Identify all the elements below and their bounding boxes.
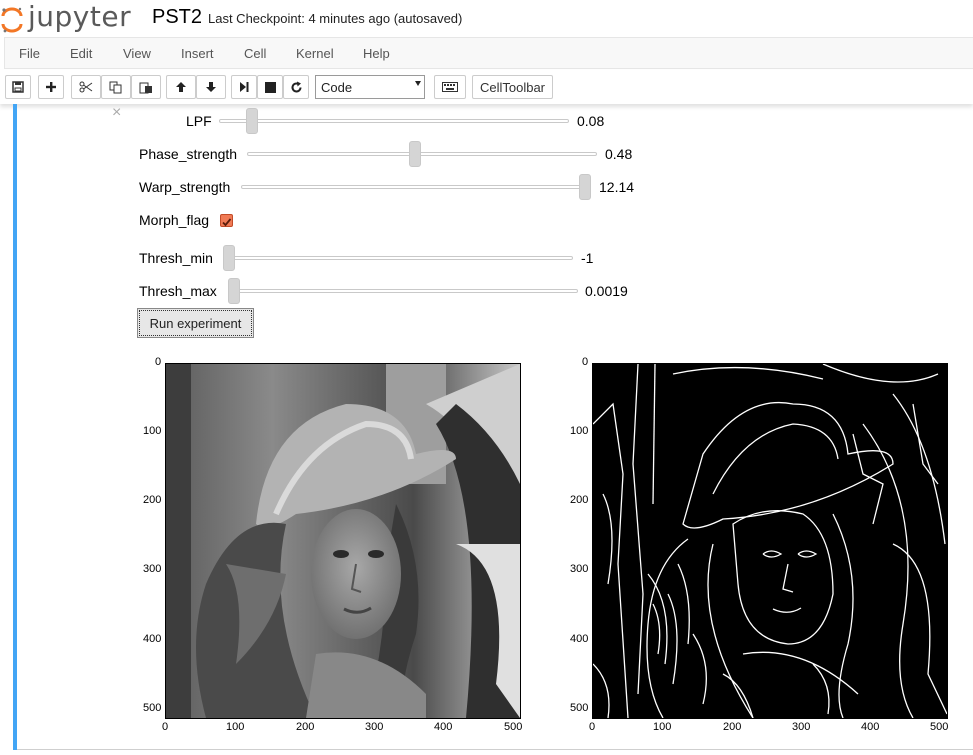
- save-icon: [12, 81, 24, 93]
- menu-view[interactable]: View: [123, 46, 151, 61]
- notebook-title[interactable]: PST2: [152, 6, 202, 29]
- thresh-max-label: Thresh_max: [139, 283, 217, 299]
- move-up-button[interactable]: [166, 75, 196, 99]
- right-y-tick: 500: [570, 702, 589, 714]
- menu-file[interactable]: File: [19, 46, 40, 61]
- cell-divider: [17, 749, 973, 750]
- move-down-button[interactable]: [196, 75, 226, 99]
- left-x-tick: 300: [365, 721, 384, 733]
- thresh-min-slider-track[interactable]: [223, 256, 573, 260]
- command-palette-button[interactable]: [434, 75, 466, 99]
- edge-image: [593, 364, 947, 718]
- thresh-min-slider-handle[interactable]: [223, 245, 235, 271]
- jupyter-logo-icon: [1, 7, 23, 33]
- original-image-plot: [165, 363, 521, 719]
- cell-selection-bar: [13, 104, 17, 750]
- left-y-tick: 200: [143, 494, 162, 506]
- left-x-tick: 500: [504, 721, 523, 733]
- paste-button[interactable]: [131, 75, 161, 99]
- copy-icon: [109, 81, 122, 93]
- warp-strength-slider-track[interactable]: [241, 185, 591, 189]
- right-y-tick: 100: [570, 425, 589, 437]
- interrupt-button[interactable]: [257, 75, 283, 99]
- phase-strength-label: Phase_strength: [139, 146, 238, 162]
- run-experiment-button[interactable]: Run experiment: [137, 308, 254, 338]
- left-x-tick: 0: [162, 721, 169, 733]
- right-x-tick: 200: [723, 721, 742, 733]
- save-button[interactable]: [5, 75, 31, 99]
- keyboard-icon: [442, 82, 458, 92]
- left-x-tick: 100: [226, 721, 245, 733]
- right-x-tick: 500: [930, 721, 949, 733]
- cell-type-select[interactable]: Code: [315, 75, 425, 99]
- notebook-header: jupyter PST2 Last Checkpoint: 4 minutes …: [0, 0, 973, 36]
- morph-flag-label: Morph_flag: [139, 212, 210, 228]
- scissors-icon: [79, 81, 93, 93]
- left-x-tick: 200: [296, 721, 315, 733]
- left-y-tick: 100: [143, 425, 162, 437]
- checkpoint-status: Last Checkpoint: 4 minutes ago (autosave…: [208, 11, 463, 26]
- logo-text: jupyter: [28, 0, 132, 33]
- thresh-max-slider-handle[interactable]: [228, 278, 240, 304]
- right-x-tick: 100: [653, 721, 672, 733]
- restart-kernel-button[interactable]: [283, 75, 309, 99]
- menu-cell[interactable]: Cell: [244, 46, 266, 61]
- lpf-value: 0.08: [577, 113, 605, 129]
- right-x-tick: 400: [861, 721, 880, 733]
- paste-icon: [139, 82, 152, 93]
- menu-insert[interactable]: Insert: [181, 46, 214, 61]
- left-x-tick: 400: [434, 721, 453, 733]
- cut-button[interactable]: [71, 75, 101, 99]
- phase-strength-slider-track[interactable]: [247, 152, 597, 156]
- left-y-tick: 400: [143, 633, 162, 645]
- copy-button[interactable]: [101, 75, 131, 99]
- menu-kernel[interactable]: Kernel: [296, 46, 334, 61]
- close-output-icon[interactable]: ×: [112, 104, 121, 122]
- jupyter-logo[interactable]: jupyter: [0, 0, 140, 36]
- lpf-label: LPF: [186, 113, 212, 129]
- celltoolbar-button[interactable]: CellToolbar: [472, 75, 553, 99]
- thresh-min-label: Thresh_min: [139, 250, 213, 266]
- right-y-tick: 0: [582, 356, 589, 368]
- lpf-slider-handle[interactable]: [246, 108, 258, 134]
- insert-cell-button[interactable]: [38, 75, 64, 99]
- run-cell-button[interactable]: [231, 75, 257, 99]
- thresh-max-value: 0.0019: [585, 283, 628, 299]
- right-y-tick: 200: [570, 494, 589, 506]
- left-y-tick: 0: [155, 356, 162, 368]
- menu-edit[interactable]: Edit: [70, 46, 92, 61]
- menu-help[interactable]: Help: [363, 46, 390, 61]
- warp-strength-value: 12.14: [599, 179, 635, 195]
- morph-flag-checkbox[interactable]: [220, 214, 233, 227]
- arrow-up-icon: [176, 82, 186, 92]
- portrait-image: [166, 364, 520, 718]
- phase-strength-value: 0.48: [605, 146, 633, 162]
- warp-strength-slider-handle[interactable]: [579, 174, 591, 200]
- arrow-down-icon: [206, 82, 216, 92]
- edge-detection-plot: [592, 363, 948, 719]
- right-y-tick: 300: [570, 563, 589, 575]
- warp-strength-label: Warp_strength: [139, 179, 231, 195]
- plus-icon: [46, 82, 56, 92]
- cell-type-value: Code: [321, 80, 353, 95]
- lpf-slider-track[interactable]: [219, 119, 569, 123]
- right-x-tick: 300: [792, 721, 811, 733]
- refresh-icon: [291, 81, 301, 92]
- chevron-down-icon: [415, 81, 421, 86]
- phase-strength-slider-handle[interactable]: [409, 141, 421, 167]
- left-y-tick: 300: [143, 563, 162, 575]
- right-x-tick: 0: [589, 721, 596, 733]
- step-forward-icon: [240, 82, 249, 92]
- left-y-tick: 500: [143, 702, 162, 714]
- checkmark-icon: [222, 218, 232, 227]
- thresh-min-value: -1: [581, 250, 594, 266]
- right-y-tick: 400: [570, 633, 589, 645]
- stop-icon: [264, 81, 276, 93]
- menubar: File Edit View Insert Cell Kernel Help: [4, 37, 973, 69]
- thresh-max-slider-track[interactable]: [228, 289, 578, 293]
